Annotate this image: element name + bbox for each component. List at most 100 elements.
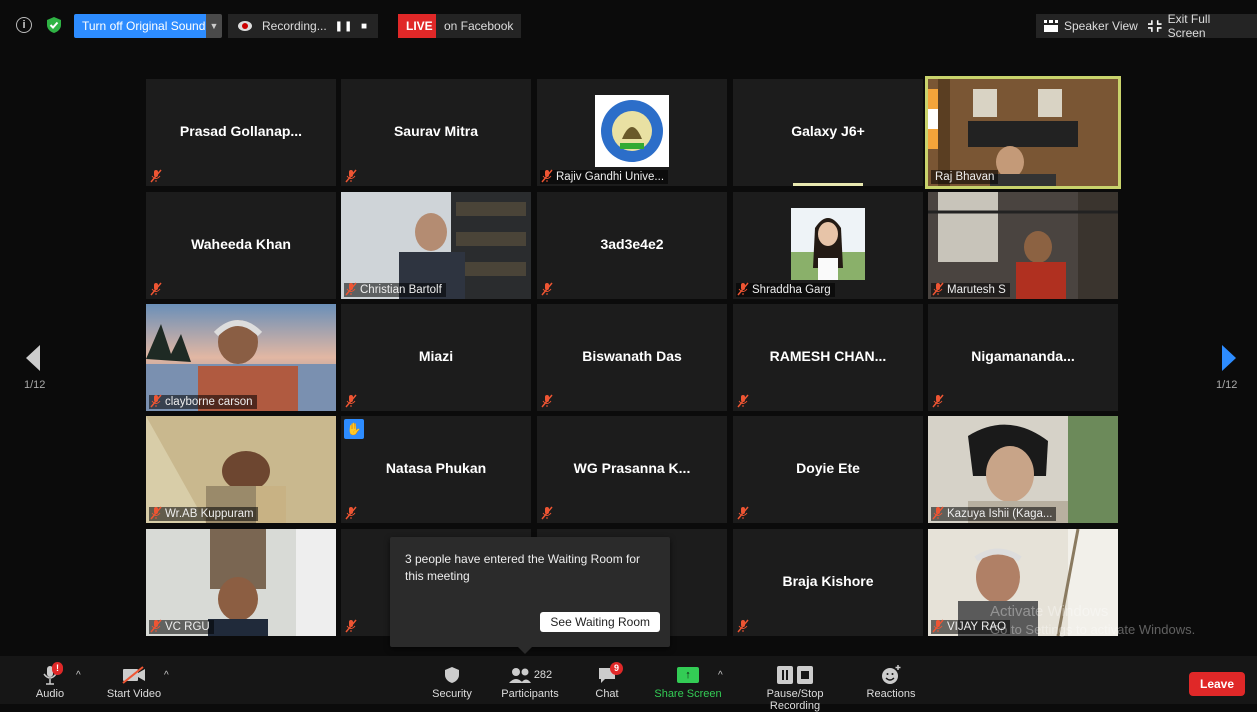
start-video-label: Start Video bbox=[106, 688, 162, 700]
chat-label: Chat bbox=[595, 688, 619, 700]
participant-name: Saurav Mitra bbox=[393, 123, 479, 139]
participant-tile[interactable]: Waheeda Khan bbox=[146, 192, 336, 299]
participant-name: Miazi bbox=[418, 348, 454, 364]
arrow-left-icon bbox=[26, 345, 40, 371]
participant-tile[interactable]: Miazi bbox=[341, 304, 531, 411]
participant-label: Wr.AB Kuppuram bbox=[149, 507, 258, 521]
mic-muted-icon bbox=[150, 506, 162, 520]
share-screen-button[interactable]: ↑ Share Screen bbox=[654, 662, 722, 700]
participant-tile[interactable]: RAMESH CHAN... bbox=[733, 304, 923, 411]
waiting-room-message: 3 people have entered the Waiting Room f… bbox=[405, 552, 641, 583]
original-sound-caret[interactable]: ▼ bbox=[206, 14, 222, 38]
watermark-title: Activate Windows bbox=[990, 603, 1109, 620]
participant-name: Prasad Gollanap... bbox=[179, 123, 303, 139]
participant-tile[interactable]: Rajiv Gandhi Unive... bbox=[537, 79, 727, 186]
mic-muted-icon bbox=[932, 394, 944, 408]
mic-muted-icon bbox=[541, 506, 553, 520]
mic-muted-icon bbox=[737, 394, 749, 408]
exit-full-screen-button[interactable]: Exit Full Screen bbox=[1140, 12, 1257, 40]
participants-label: Participants bbox=[501, 688, 559, 700]
participant-label: Raj Bhavan bbox=[931, 170, 999, 184]
recording-icon bbox=[238, 21, 252, 31]
previous-page-button[interactable]: 1/12 bbox=[24, 345, 45, 391]
participant-name: Galaxy J6+ bbox=[791, 123, 865, 139]
speaker-view-label: Speaker View bbox=[1064, 19, 1138, 33]
participant-tile[interactable]: Kazuya Ishii (Kaga... bbox=[928, 416, 1118, 523]
pause-stop-recording-button[interactable]: Pause/Stop Recording bbox=[740, 662, 850, 712]
participants-count: 282 bbox=[533, 669, 553, 681]
participant-label: Kazuya Ishii (Kaga... bbox=[931, 507, 1057, 521]
speaker-view-button[interactable]: Speaker View bbox=[1036, 14, 1146, 38]
participant-tile[interactable]: Wr.AB Kuppuram bbox=[146, 416, 336, 523]
participants-button[interactable]: 282 Participants bbox=[498, 662, 562, 700]
mic-muted-icon bbox=[345, 619, 357, 633]
chat-unread-badge: 9 bbox=[610, 662, 624, 675]
participant-tile[interactable]: Saurav Mitra bbox=[341, 79, 531, 186]
recording-indicator: Recording... ❚❚ ■ bbox=[228, 14, 378, 38]
see-waiting-room-button[interactable]: See Waiting Room bbox=[540, 612, 660, 632]
participant-tile[interactable]: Biswanath Das bbox=[537, 304, 727, 411]
reactions-label: Reactions bbox=[866, 688, 916, 700]
participant-tile[interactable]: Prasad Gollanap... bbox=[146, 79, 336, 186]
participant-tile[interactable]: ✋ Natasa Phukan bbox=[341, 416, 531, 523]
mic-muted-icon bbox=[345, 169, 357, 183]
exit-fullscreen-icon bbox=[1148, 20, 1162, 32]
audio-warning-badge: ! bbox=[52, 662, 63, 675]
meeting-top-bar: i Turn off Original Sound ▼ Recording...… bbox=[0, 10, 1257, 40]
mic-muted-icon bbox=[345, 506, 357, 520]
participant-tile[interactable]: Braja Kishore bbox=[733, 529, 923, 636]
security-label: Security bbox=[432, 688, 472, 700]
next-page-button[interactable]: 1/12 bbox=[1216, 345, 1237, 391]
participant-tile[interactable]: Shraddha Garg bbox=[733, 192, 923, 299]
original-sound-button[interactable]: Turn off Original Sound bbox=[74, 14, 214, 38]
participant-name: Natasa Phukan bbox=[385, 460, 487, 476]
share-screen-label: Share Screen bbox=[654, 688, 722, 700]
chat-button[interactable]: 9 Chat bbox=[588, 662, 626, 700]
participant-name: 3ad3e4e2 bbox=[600, 236, 664, 252]
participant-tile[interactable]: Nigamananda... bbox=[928, 304, 1118, 411]
mic-muted-icon bbox=[932, 506, 944, 520]
mic-muted-icon bbox=[150, 619, 162, 633]
participant-tile[interactable]: Marutesh S bbox=[928, 192, 1118, 299]
mic-muted-icon bbox=[541, 169, 553, 183]
participant-tile[interactable]: VC RGU bbox=[146, 529, 336, 636]
participant-tile[interactable]: clayborne carson bbox=[146, 304, 336, 411]
mic-muted-icon bbox=[541, 394, 553, 408]
activate-windows-watermark: Activate Windows Go to Settings to activ… bbox=[990, 603, 1195, 639]
video-off-icon bbox=[122, 666, 145, 684]
encryption-shield-icon[interactable] bbox=[46, 16, 62, 34]
university-logo-image bbox=[595, 95, 669, 167]
profile-picture bbox=[791, 208, 865, 280]
participant-name: Braja Kishore bbox=[782, 573, 874, 589]
start-video-button[interactable]: Start Video bbox=[104, 662, 164, 700]
security-button[interactable]: Security bbox=[428, 662, 476, 700]
mic-muted-icon bbox=[932, 619, 944, 633]
pause-stop-recording-icons[interactable]: ❚❚ ■ bbox=[335, 21, 368, 32]
participant-tile[interactable]: 3ad3e4e2 bbox=[537, 192, 727, 299]
audio-button[interactable]: ! Audio bbox=[32, 662, 68, 700]
pause-stop-recording-label: Pause/Stop Recording bbox=[766, 688, 824, 712]
mic-muted-icon bbox=[737, 619, 749, 633]
live-on-facebook-label[interactable]: on Facebook bbox=[436, 14, 522, 38]
participant-tile[interactable]: WG Prasanna K... bbox=[537, 416, 727, 523]
watermark-subtitle: Go to Settings to activate Windows. bbox=[990, 622, 1196, 637]
info-icon[interactable]: i bbox=[16, 17, 32, 33]
live-badge: LIVE bbox=[398, 14, 441, 38]
share-options-caret[interactable]: ^ bbox=[718, 670, 723, 681]
participant-tile[interactable]: Doyie Ete bbox=[733, 416, 923, 523]
mic-muted-icon bbox=[150, 169, 162, 183]
active-speaker-tile[interactable]: Raj Bhavan bbox=[928, 79, 1118, 186]
participant-label: Rajiv Gandhi Unive... bbox=[540, 170, 669, 184]
mic-muted-icon bbox=[541, 282, 553, 296]
participant-tile[interactable]: Galaxy J6+ bbox=[733, 79, 923, 186]
leave-meeting-button[interactable]: Leave bbox=[1189, 672, 1245, 696]
reactions-button[interactable]: Reactions bbox=[866, 662, 916, 700]
participant-name: WG Prasanna K... bbox=[573, 460, 691, 476]
participant-name: Doyie Ete bbox=[796, 460, 860, 476]
audio-label: Audio bbox=[35, 688, 65, 700]
share-screen-icon: ↑ bbox=[677, 667, 699, 683]
audio-options-caret[interactable]: ^ bbox=[76, 670, 81, 681]
participant-tile[interactable]: Christian Bartolf bbox=[341, 192, 531, 299]
video-options-caret[interactable]: ^ bbox=[164, 670, 169, 681]
participants-icon bbox=[508, 668, 531, 683]
